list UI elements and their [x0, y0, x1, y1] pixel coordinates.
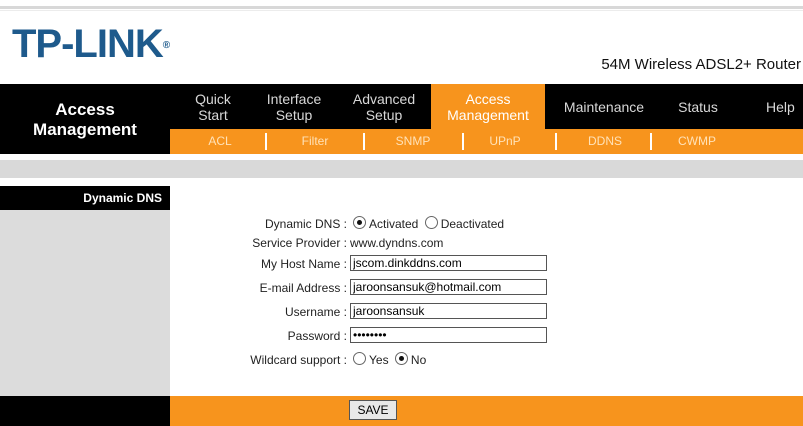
- ddns-label: Dynamic DNS :: [264, 217, 347, 231]
- email-label: E-mail Address :: [259, 281, 347, 295]
- provider-value: www.dyndns.com: [350, 236, 444, 250]
- wildcard-no-radio[interactable]: [394, 352, 408, 365]
- password-input[interactable]: [350, 327, 547, 343]
- subtab-cwmp[interactable]: CWMP: [662, 129, 732, 154]
- section-title: Dynamic DNS: [0, 186, 170, 210]
- wildcard-yes-radio[interactable]: [353, 352, 366, 365]
- top-rule: [0, 6, 803, 9]
- ddns-row: Dynamic DNS : Activated Deactivated: [170, 214, 803, 234]
- subnav-separator: [555, 133, 557, 150]
- username-input[interactable]: [350, 303, 547, 319]
- spacer-bar: [0, 160, 803, 178]
- ddns-activated-label: Activated: [369, 217, 419, 231]
- subnav-separator: [650, 133, 652, 150]
- tab-quick-start[interactable]: Quick Start: [178, 84, 248, 129]
- save-button[interactable]: SAVE: [349, 400, 397, 420]
- tab-help[interactable]: Help: [766, 84, 803, 129]
- tab-advanced-setup[interactable]: Advanced Setup: [340, 84, 428, 129]
- host-label: My Host Name :: [260, 257, 347, 271]
- host-row: My Host Name :: [170, 254, 803, 274]
- subtab-filter[interactable]: Filter: [285, 129, 345, 154]
- password-label: Password :: [287, 329, 347, 343]
- subtab-upnp[interactable]: UPnP: [475, 129, 535, 154]
- subtab-acl[interactable]: ACL: [190, 129, 250, 154]
- model-name: 54M Wireless ADSL2+ Router: [601, 56, 801, 73]
- subtab-snmp[interactable]: SNMP: [378, 129, 448, 154]
- host-name-input[interactable]: [350, 255, 547, 271]
- wildcard-row: Wildcard support : Yes No: [170, 350, 803, 370]
- email-input[interactable]: [350, 279, 547, 295]
- sidebar-title: Access Management: [0, 84, 170, 154]
- subnav-separator: [265, 133, 267, 150]
- wildcard-yes-label: Yes: [369, 353, 389, 367]
- password-row: Password :: [170, 326, 803, 346]
- wildcard-no-label: No: [410, 353, 427, 367]
- sidebar-panel: [0, 186, 170, 396]
- tab-status[interactable]: Status: [662, 84, 734, 129]
- tab-access-management[interactable]: Access Management: [431, 84, 545, 129]
- subnav-separator: [462, 133, 464, 150]
- email-row: E-mail Address :: [170, 278, 803, 298]
- username-row: Username :: [170, 302, 803, 322]
- top-rule-light: [0, 10, 803, 11]
- tab-maintenance[interactable]: Maintenance: [551, 84, 657, 129]
- tab-interface-setup[interactable]: Interface Setup: [252, 84, 336, 129]
- provider-label: Service Provider :: [252, 236, 347, 250]
- subnav-separator: [363, 133, 365, 150]
- wildcard-label: Wildcard support :: [250, 353, 347, 367]
- ddns-deactivated-label: Deactivated: [440, 217, 505, 231]
- tp-link-logo: TP-LINK®: [12, 22, 170, 66]
- subtab-ddns[interactable]: DDNS: [570, 129, 640, 154]
- provider-row: Service Provider : www.dyndns.com: [170, 233, 803, 253]
- footer-left-block: [0, 396, 170, 426]
- username-label: Username :: [284, 305, 347, 319]
- ddns-deactivated-radio[interactable]: [424, 216, 438, 229]
- ddns-activated-radio[interactable]: [353, 216, 366, 229]
